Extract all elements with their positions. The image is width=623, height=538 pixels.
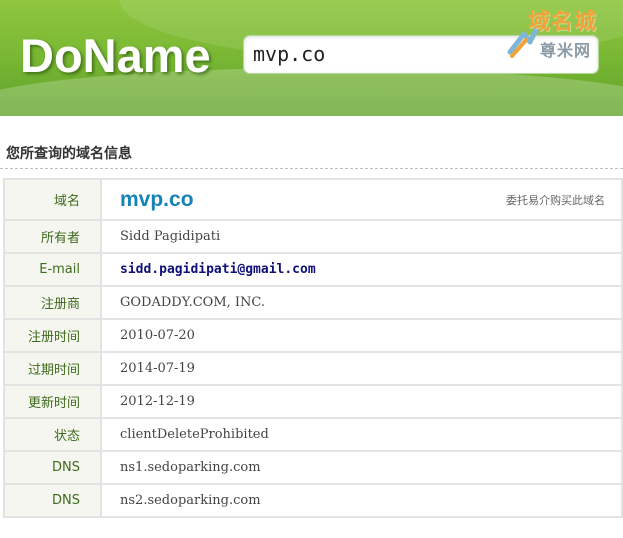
updated-date-value: 2012-12-19: [100, 384, 623, 419]
table-row: DNS ns2.sedoparking.com: [3, 483, 623, 518]
email-value: sidd.pagidipati@gmail.com: [120, 262, 316, 277]
site-header: DoName mvp.co 域名城 尊米网: [0, 0, 623, 116]
divider: [0, 168, 623, 169]
status-value: clientDeleteProhibited: [100, 417, 623, 452]
row-label: 状态: [3, 417, 102, 452]
table-row: 过期时间 2014-07-19: [3, 351, 623, 386]
table-row: 所有者 Sidd Pagidipati: [3, 219, 623, 254]
registered-date-value: 2010-07-20: [100, 318, 623, 353]
row-label: DNS: [3, 450, 102, 485]
watermark-text: 尊米网: [540, 41, 592, 60]
whois-info-table: 域名 委托易介购买此域名 mvp.co 所有者 Sidd Pagidipati …: [3, 178, 623, 518]
table-row: 注册时间 2010-07-20: [3, 318, 623, 353]
table-row: 状态 clientDeleteProhibited: [3, 417, 623, 452]
registrar-value: GODADDY.COM, INC.: [100, 285, 623, 320]
row-label: E-mail: [3, 252, 102, 287]
dns-value: ns2.sedoparking.com: [100, 483, 623, 518]
row-label: 注册时间: [3, 318, 102, 353]
watermark-text: 域名城: [528, 10, 598, 35]
dns-value: ns1.sedoparking.com: [100, 450, 623, 485]
broker-purchase-link[interactable]: 委托易介购买此域名: [506, 192, 605, 208]
site-logo[interactable]: DoName: [20, 28, 211, 84]
row-label: 所有者: [3, 219, 102, 254]
table-row: DNS ns1.sedoparking.com: [3, 450, 623, 485]
row-label: 过期时间: [3, 351, 102, 386]
row-label: 注册商: [3, 285, 102, 320]
row-label: 更新时间: [3, 384, 102, 419]
expiry-date-value: 2014-07-19: [100, 351, 623, 386]
owner-value: Sidd Pagidipati: [100, 219, 623, 254]
watermark-logo: 域名城 尊米网: [500, 4, 620, 66]
row-value: 委托易介购买此域名 mvp.co: [100, 178, 623, 221]
row-value: sidd.pagidipati@gmail.com: [100, 252, 623, 287]
table-row: 更新时间 2012-12-19: [3, 384, 623, 419]
table-row: 注册商 GODADDY.COM, INC.: [3, 285, 623, 320]
row-label: DNS: [3, 483, 102, 518]
row-label: 域名: [3, 178, 102, 221]
table-row: 域名 委托易介购买此域名 mvp.co: [3, 178, 623, 221]
table-row: E-mail sidd.pagidipati@gmail.com: [3, 252, 623, 287]
domain-name-value: mvp.co: [120, 187, 194, 211]
section-title: 您所查询的域名信息: [6, 146, 132, 162]
